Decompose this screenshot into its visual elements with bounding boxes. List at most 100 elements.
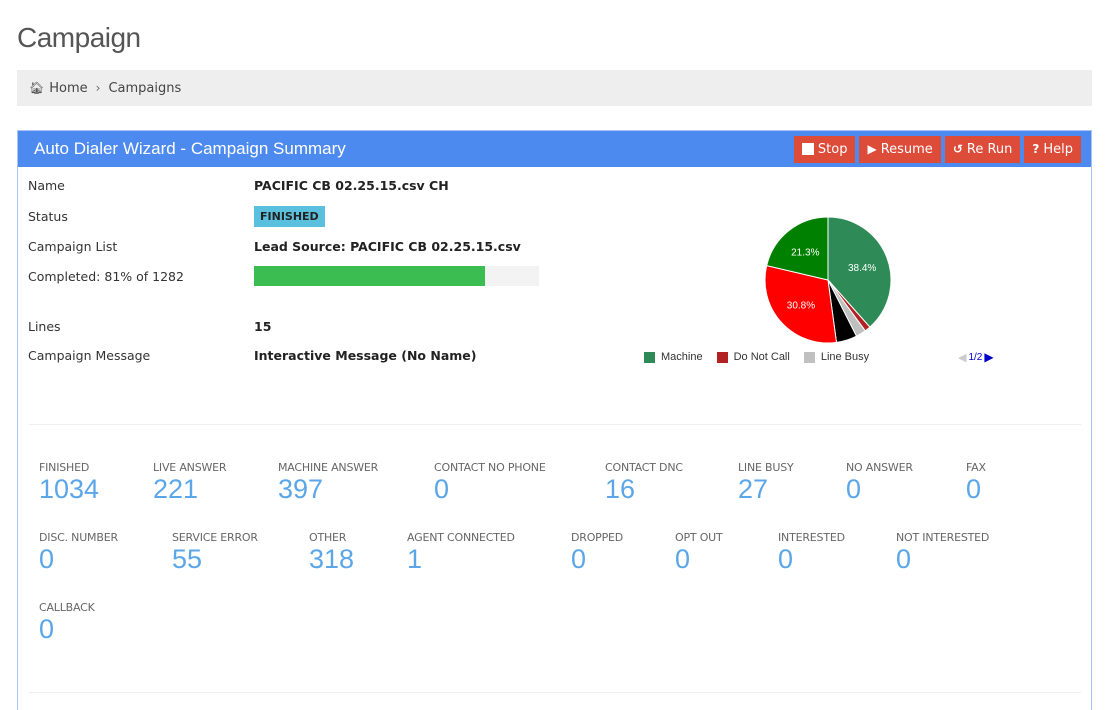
stop-button-label: Stop	[817, 141, 848, 157]
legend-item-do-not-call[interactable]: Do Not Call	[716, 351, 790, 363]
pie-chart: 38.4% 30.8% 21.3%	[763, 215, 893, 345]
panel-actions: Stop ▶ Resume ↺ Re Run ? Help	[793, 135, 1091, 163]
stop-button[interactable]: Stop	[793, 135, 856, 163]
stat-value: 16	[605, 474, 636, 504]
stat-not-interested: NOT INTERESTED 0	[896, 531, 989, 574]
stat-label: LINE BUSY	[738, 461, 794, 474]
legend-item-line-busy[interactable]: Line Busy	[803, 351, 870, 363]
divider	[29, 692, 1081, 693]
pie-chart-svg: 38.4% 30.8% 21.3%	[764, 216, 892, 344]
campaign-list-value: Lead Source: PACIFIC CB 02.25.15.csv	[254, 238, 521, 254]
stat-value: 1034	[39, 474, 100, 504]
rerun-icon: ↺	[952, 142, 963, 156]
stat-contact-no-phone: CONTACT NO PHONE 0	[434, 461, 546, 504]
legend-page: 1/2	[968, 351, 983, 363]
legend-swatch-do-not-call	[716, 351, 728, 363]
legend-swatch-line-busy	[803, 351, 815, 363]
name-value: PACIFIC CB 02.25.15.csv CH	[254, 177, 449, 193]
legend-label-line-busy: Line Busy	[820, 351, 870, 363]
stat-label: LIVE ANSWER	[153, 461, 227, 474]
stop-icon	[801, 143, 814, 155]
message-value: Interactive Message (No Name)	[254, 347, 477, 363]
help-icon: ?	[1032, 142, 1040, 156]
stat-dropped: DROPPED 0	[571, 531, 623, 574]
stat-label: DROPPED	[571, 531, 624, 544]
status-label: Status	[28, 208, 68, 224]
stat-value: 0	[966, 474, 982, 504]
divider	[29, 424, 1081, 425]
status-badge: FINISHED	[254, 205, 325, 227]
stat-contact-dnc: CONTACT DNC 16	[605, 461, 683, 504]
stat-value: 0	[675, 544, 691, 574]
rerun-button[interactable]: ↺ Re Run	[944, 135, 1021, 163]
completion-progress	[254, 266, 539, 286]
stat-label: CALLBACK	[39, 601, 95, 614]
lines-row: Lines 15	[28, 316, 568, 336]
stat-interested: INTERESTED 0	[778, 531, 845, 574]
campaign-summary-panel: Auto Dialer Wizard - Campaign Summary St…	[17, 130, 1092, 710]
chevron-right-icon: ›	[95, 81, 101, 95]
lines-value: 15	[254, 318, 272, 334]
stat-machine-answer: MACHINE ANSWER 397	[278, 461, 378, 504]
pie-label-machine: 38.4%	[848, 263, 876, 274]
stat-value: 55	[172, 544, 203, 574]
status-row: Status FINISHED	[28, 205, 568, 227]
stat-opt-out: OPT OUT 0	[675, 531, 723, 574]
resume-button[interactable]: ▶ Resume	[859, 135, 941, 163]
stat-label: FINISHED	[39, 461, 90, 474]
stat-label: INTERESTED	[778, 531, 845, 544]
stat-value: 27	[738, 474, 769, 504]
name-label: Name	[28, 177, 65, 193]
stat-label: OPT OUT	[675, 531, 723, 544]
message-label: Campaign Message	[28, 347, 151, 363]
stat-no-answer: NO ANSWER 0	[846, 461, 913, 504]
message-row: Campaign Message Interactive Message (No…	[28, 345, 568, 365]
stat-disc-number: DISC. NUMBER 0	[39, 531, 118, 574]
campaign-list-label: Campaign List	[28, 238, 118, 254]
stat-label: AGENT CONNECTED	[407, 531, 515, 544]
stat-line-busy: LINE BUSY 27	[738, 461, 794, 504]
help-button[interactable]: ? Help	[1024, 135, 1081, 163]
completed-row: Completed: 81% of 1282	[28, 266, 568, 286]
legend-item-machine[interactable]: Machine	[644, 351, 703, 363]
legend-prev-icon[interactable]: ◀	[958, 351, 966, 364]
stat-value: 1	[407, 544, 423, 574]
stat-service-error: SERVICE ERROR 55	[172, 531, 258, 574]
name-row: Name PACIFIC CB 02.25.15.csv CH	[28, 175, 568, 195]
stat-label: OTHER	[309, 531, 347, 544]
stat-label: SERVICE ERROR	[172, 531, 258, 544]
stat-value: 397	[278, 474, 324, 504]
completion-progress-bar	[254, 266, 485, 286]
lines-label: Lines	[28, 318, 61, 334]
legend-swatch-machine	[644, 351, 655, 363]
stat-fax: FAX 0	[966, 461, 986, 504]
chart-legend: Machine Do Not Call Line Busy ◀ 1/2 ▶	[644, 350, 1044, 364]
breadcrumb: 🏠︎ Home › Campaigns	[17, 70, 1092, 106]
stat-value: 0	[39, 614, 55, 644]
stat-callback: CALLBACK 0	[39, 601, 95, 644]
stat-live-answer: LIVE ANSWER 221	[153, 461, 227, 504]
pie-label-live-answer: 21.3%	[791, 247, 819, 258]
stat-finished: FINISHED 1034	[39, 461, 99, 504]
breadcrumb-home[interactable]: Home	[49, 81, 87, 96]
breadcrumb-campaigns[interactable]: Campaigns	[108, 81, 181, 96]
stat-value: 318	[309, 544, 355, 574]
legend-next-icon[interactable]: ▶	[984, 350, 993, 364]
stat-value: 0	[778, 544, 794, 574]
page-title: Campaign	[17, 22, 141, 53]
stat-label: NOT INTERESTED	[896, 531, 990, 544]
stat-other: OTHER 318	[309, 531, 354, 574]
stat-value: 0	[39, 544, 55, 574]
stat-label: NO ANSWER	[846, 461, 913, 474]
stat-label: CONTACT NO PHONE	[434, 461, 546, 474]
pie-label-other: 30.8%	[787, 301, 815, 312]
stat-value: 0	[434, 474, 450, 504]
help-button-label: Help	[1043, 141, 1073, 157]
legend-pager: ◀ 1/2 ▶	[958, 350, 994, 364]
stat-label: CONTACT DNC	[605, 461, 683, 474]
panel-heading: Auto Dialer Wizard - Campaign Summary St…	[18, 131, 1091, 167]
stat-label: DISC. NUMBER	[39, 531, 118, 544]
stat-agent-connected: AGENT CONNECTED 1	[407, 531, 515, 574]
home-icon: 🏠︎	[29, 81, 45, 95]
stat-value: 0	[896, 544, 912, 574]
